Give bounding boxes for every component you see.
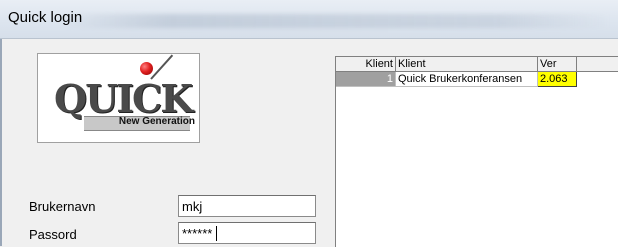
column-header-client-name[interactable]: Klient <box>396 57 538 72</box>
password-field[interactable] <box>178 222 316 244</box>
row-client-id[interactable]: 1 <box>336 72 396 87</box>
window-edge <box>0 39 2 246</box>
row-version[interactable]: 2.063 <box>538 72 577 87</box>
title-bar: Quick login <box>0 0 618 39</box>
window-title: Quick login <box>8 9 83 26</box>
title-bar-blurred-text <box>60 14 610 28</box>
password-label: Passord <box>29 227 77 242</box>
logo-brand-text: QUICK <box>54 76 193 121</box>
column-header-empty <box>577 57 618 72</box>
text-caret <box>216 226 217 241</box>
username-label: Brukernavn <box>29 199 96 214</box>
username-field[interactable] <box>178 195 316 217</box>
client-grid[interactable]: Klient Klient Ver 1 Quick Brukerkonferan… <box>335 56 618 247</box>
column-header-client-id[interactable]: Klient <box>336 57 396 72</box>
row-client-name[interactable]: Quick Brukerkonferansen <box>396 72 538 87</box>
column-header-version[interactable]: Ver <box>538 57 577 72</box>
logo-tagline: New Generation <box>118 116 195 127</box>
logo-ball-icon <box>140 62 153 75</box>
quick-logo: QUICK New Generation <box>37 53 200 143</box>
